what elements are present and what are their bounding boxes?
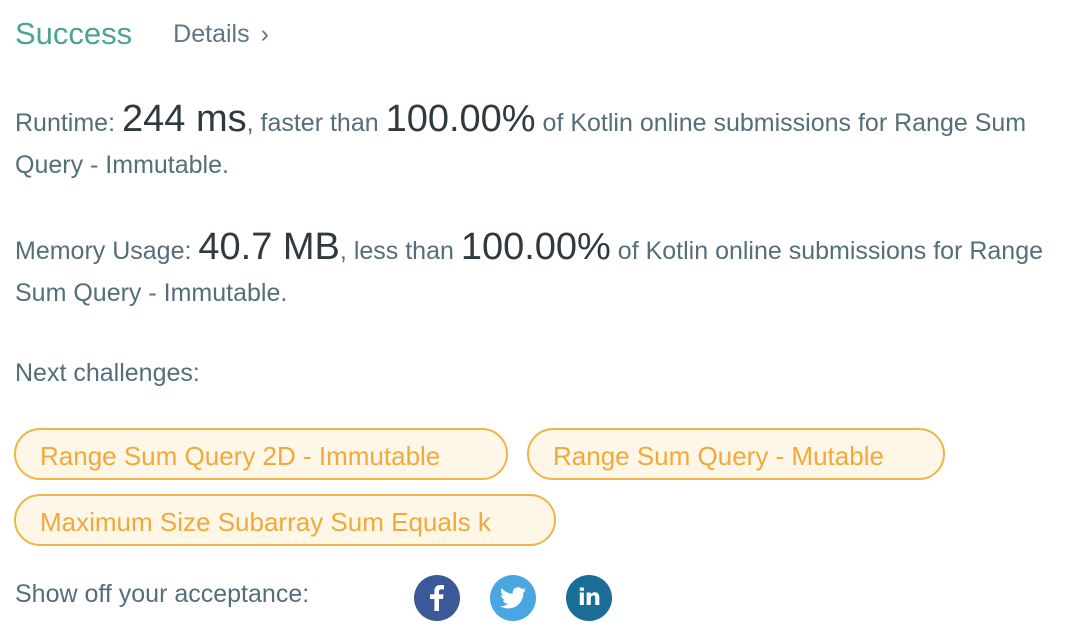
facebook-share-button[interactable] [414, 575, 460, 621]
result-header: Success Details › [15, 16, 269, 52]
details-label: Details [173, 19, 250, 48]
twitter-share-button[interactable] [490, 575, 536, 621]
challenge-pill[interactable]: Range Sum Query 2D - Immutable [14, 428, 508, 480]
runtime-comparison: , faster than [246, 109, 386, 137]
runtime-percent: 100.00% [385, 98, 536, 140]
challenge-pill[interactable]: Range Sum Query - Mutable [527, 428, 945, 480]
runtime-value: 244 ms [121, 98, 247, 140]
details-link[interactable]: Details › [173, 20, 269, 49]
linkedin-icon: in [577, 585, 601, 611]
status-text: Success [15, 16, 133, 51]
memory-stat: Memory Usage: 40.7 MB, less than 100.00%… [15, 226, 1075, 314]
facebook-icon [430, 585, 444, 611]
memory-value: 40.7 MB [198, 226, 340, 268]
runtime-stat: Runtime: 244 ms, faster than 100.00% of … [15, 98, 1075, 186]
chevron-right-icon: › [260, 19, 269, 48]
next-challenges-label: Next challenges: [15, 359, 200, 387]
memory-comparison: , less than [339, 237, 461, 265]
twitter-icon [500, 587, 526, 609]
share-label: Show off your acceptance: [15, 580, 310, 608]
memory-percent: 100.00% [460, 226, 611, 268]
memory-label: Memory Usage: [15, 237, 199, 265]
linkedin-share-button[interactable]: in [566, 575, 612, 621]
runtime-label: Runtime: [15, 109, 122, 137]
challenge-pill[interactable]: Maximum Size Subarray Sum Equals k [14, 494, 556, 546]
